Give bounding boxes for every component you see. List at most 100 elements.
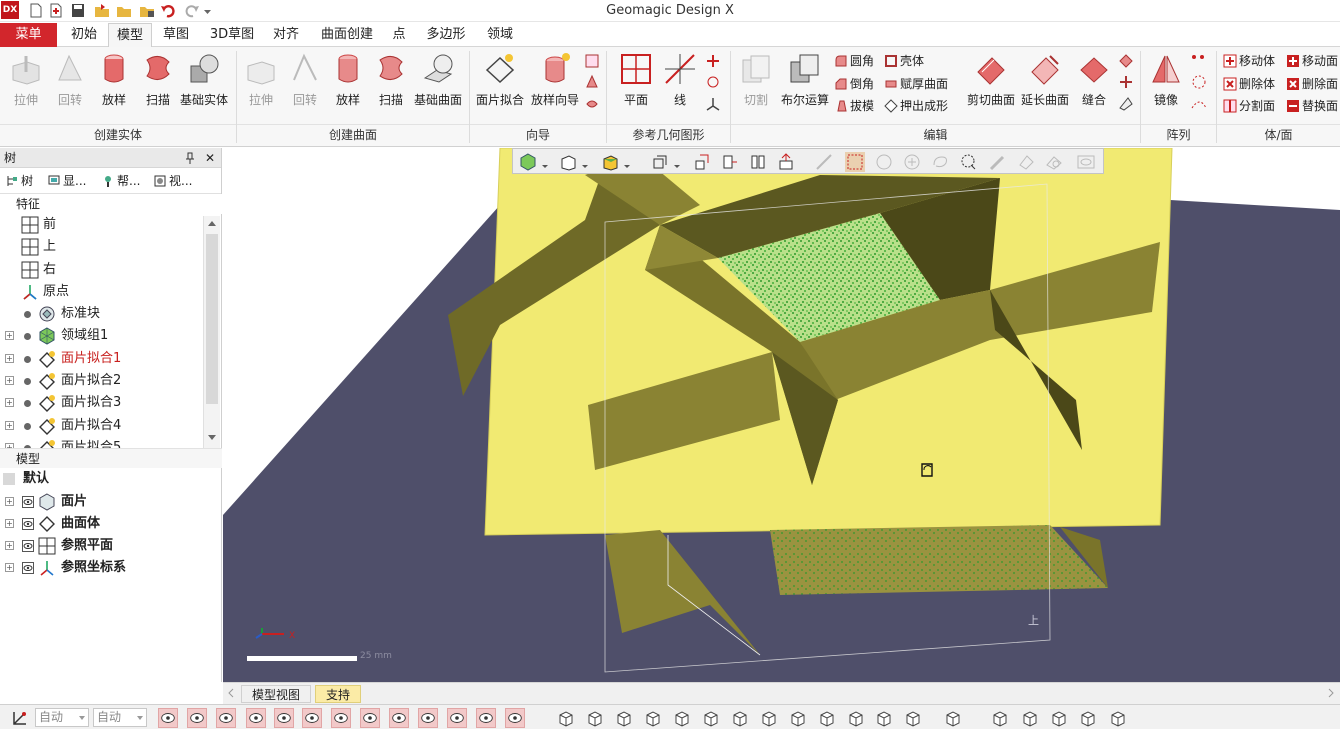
tab-point[interactable]: 点	[384, 23, 414, 47]
pin-icon[interactable]	[185, 152, 195, 164]
dropdown-arrow-icon[interactable]	[541, 153, 549, 171]
ref-coordinate-icon[interactable]	[705, 96, 721, 112]
fillet-button[interactable]: 圆角	[834, 51, 874, 71]
replace-face-button[interactable]: 替换面	[1286, 96, 1338, 116]
sew-button[interactable]: 缝合	[1074, 52, 1114, 114]
tab-model-view[interactable]: 模型视图	[241, 685, 312, 703]
delete-body-button[interactable]: 删除体	[1223, 74, 1275, 94]
tree-scrollbar[interactable]	[203, 216, 220, 448]
expand-toggle[interactable]: +	[5, 398, 14, 407]
visibility-dot[interactable]	[24, 333, 31, 340]
shading-icon[interactable]	[601, 153, 619, 171]
tab-sketch[interactable]: 草图	[154, 23, 198, 47]
settings-icon[interactable]	[1108, 708, 1128, 728]
linear-pattern-icon[interactable]	[1190, 53, 1208, 69]
circle-select-icon[interactable]	[875, 153, 893, 171]
tab-3d-sketch[interactable]: 3D草图	[202, 23, 262, 47]
mesh-display-icon[interactable]	[158, 708, 178, 728]
copy-icon[interactable]	[943, 708, 963, 728]
view-left-icon[interactable]	[672, 708, 692, 728]
surface-revolve-button[interactable]: 回转	[285, 52, 325, 114]
view-grid-icon[interactable]	[846, 708, 866, 728]
angle-icon[interactable]	[1020, 708, 1040, 728]
delete-face-button[interactable]: 删除面	[1286, 74, 1338, 94]
model-item-ref-plane[interactable]: + 参照平面	[0, 535, 222, 557]
wizard-small-icon-1[interactable]	[584, 53, 600, 69]
scroll-up-icon[interactable]	[207, 219, 217, 227]
visibility-dot[interactable]	[24, 378, 31, 385]
visibility-dot[interactable]	[24, 356, 31, 363]
model-item-ref-coordinate[interactable]: + 参照坐标系	[0, 557, 222, 579]
mesh-fit-button[interactable]: 面片拟合	[473, 52, 527, 114]
view-bottom-icon[interactable]	[759, 708, 779, 728]
scroll-thumb[interactable]	[206, 234, 218, 404]
chamfer-button[interactable]: 倒角	[834, 74, 874, 94]
deviation-display-icon[interactable]	[331, 708, 351, 728]
circular-pattern-icon[interactable]	[1190, 74, 1208, 90]
extend-surface-button[interactable]: 延长曲面	[1018, 52, 1072, 114]
thicken-surface-button[interactable]: 赋厚曲面	[884, 74, 948, 94]
tab-support[interactable]: 支持	[315, 685, 362, 703]
ref-vector-icon[interactable]	[705, 74, 721, 90]
tab-view[interactable]: 视...	[154, 172, 192, 190]
boolean-button[interactable]: 布尔运算	[778, 52, 832, 114]
tree-item-right[interactable]: 右	[0, 259, 200, 281]
scroll-right-icon[interactable]	[1327, 688, 1335, 698]
edit-small-icon-1[interactable]	[1118, 53, 1134, 69]
visibility-dot[interactable]	[24, 400, 31, 407]
coordinate-icon[interactable]	[10, 708, 30, 728]
eye-icon[interactable]	[22, 496, 34, 508]
base-surface-button[interactable]: 基础曲面	[410, 52, 466, 114]
view-pin-icon[interactable]	[874, 708, 894, 728]
view-top-icon[interactable]	[730, 708, 750, 728]
tab-tree[interactable]: 树	[6, 172, 33, 190]
expand-toggle[interactable]: +	[5, 563, 14, 572]
dropdown-arrow-icon[interactable]	[581, 153, 589, 171]
solid-revolve-button[interactable]: 回转	[50, 52, 90, 114]
trim-surface-button[interactable]: 剪切曲面	[964, 52, 1018, 114]
shell-button[interactable]: 壳体	[884, 51, 924, 71]
expand-toggle[interactable]: +	[5, 497, 14, 506]
feature-display-icon[interactable]	[476, 708, 496, 728]
expand-toggle[interactable]: +	[5, 354, 14, 363]
tab-align[interactable]: 对齐	[264, 23, 308, 47]
tree-item-mesh-fit-2[interactable]: + 面片拟合2	[0, 370, 200, 392]
draft-button[interactable]: 拔模	[834, 96, 874, 116]
tab-initial[interactable]: 初始	[62, 23, 106, 47]
expand-toggle[interactable]: +	[5, 331, 14, 340]
wizard-small-icon-3[interactable]	[584, 96, 600, 112]
ref-plane-button[interactable]: 平面	[616, 52, 656, 114]
expand-toggle[interactable]: +	[5, 541, 14, 550]
cut-button[interactable]: 切割	[736, 52, 776, 114]
ruler-icon[interactable]	[990, 708, 1010, 728]
scroll-down-icon[interactable]	[207, 434, 217, 442]
iso-view-icon[interactable]	[777, 153, 795, 171]
freehand-select-icon[interactable]	[959, 153, 977, 171]
expand-toggle[interactable]: +	[5, 376, 14, 385]
edit-small-icon-2[interactable]	[1118, 74, 1134, 90]
vertex-display-icon[interactable]	[216, 708, 236, 728]
tree-item-mesh-fit-4[interactable]: + 面片拟合4	[0, 415, 200, 437]
extrude-form-button[interactable]: 押出成形	[884, 96, 948, 116]
eye-icon[interactable]	[22, 540, 34, 552]
eye-icon[interactable]	[22, 518, 34, 530]
normal-display-icon[interactable]	[389, 708, 409, 728]
visible-select-icon[interactable]	[1077, 153, 1095, 171]
solid-loft-button[interactable]: 放样	[94, 52, 134, 114]
front-view-icon[interactable]	[693, 153, 711, 171]
wizard-small-icon-2[interactable]	[584, 74, 600, 90]
model-viewport[interactable]: X 25 mm 上	[223, 148, 1340, 682]
curve-pattern-icon[interactable]	[1190, 96, 1208, 112]
sketch-display-icon[interactable]	[447, 708, 467, 728]
dropdown-arrow-icon[interactable]	[623, 153, 631, 171]
view-normal-icon[interactable]	[788, 708, 808, 728]
measure-display-icon[interactable]	[505, 708, 525, 728]
tree-item-region-group[interactable]: + 领域组1	[0, 325, 200, 347]
tree-item-origin[interactable]: 原点	[0, 281, 200, 303]
point-display-icon[interactable]	[187, 708, 207, 728]
base-solid-button[interactable]: 基础实体	[176, 52, 232, 114]
surface-loft-button[interactable]: 放样	[328, 52, 368, 114]
solid-sweep-button[interactable]: 扫描	[138, 52, 178, 114]
right-view-icon[interactable]	[749, 153, 767, 171]
scroll-left-icon[interactable]	[227, 688, 235, 698]
